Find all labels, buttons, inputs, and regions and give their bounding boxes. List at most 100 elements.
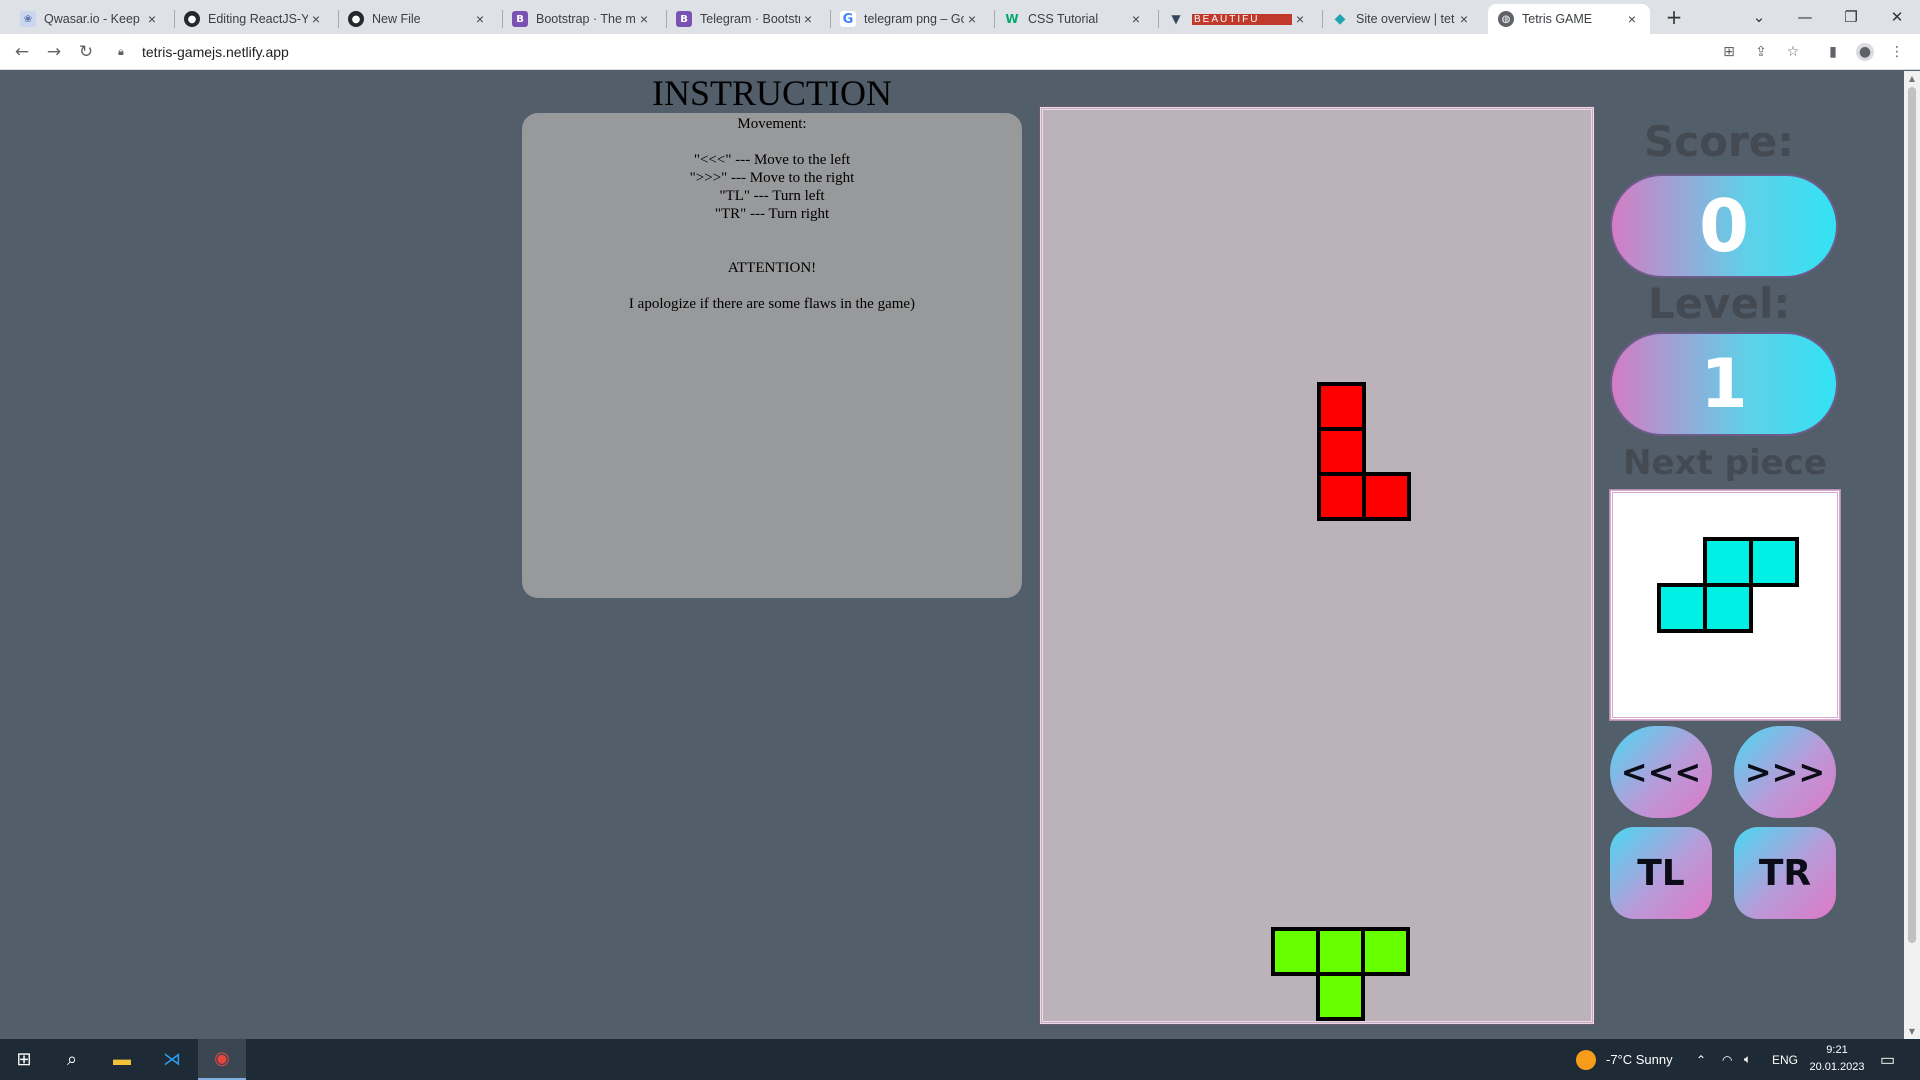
turn-right-button[interactable]: TR [1734, 827, 1836, 919]
minimize-button[interactable]: — [1782, 0, 1828, 34]
notifications-icon[interactable]: ▭ [1880, 1039, 1895, 1080]
game-board [1039, 106, 1595, 1025]
reload-icon[interactable]: ↻ [74, 40, 98, 64]
browser-tab[interactable]: G telegram png – Go × [830, 4, 990, 34]
search-icon[interactable]: ⌕ [48, 1039, 96, 1080]
next-piece-block [1657, 583, 1707, 633]
kebab-menu-icon[interactable]: ⋮ [1888, 43, 1906, 61]
instruction-title: INSTRUCTION [652, 73, 892, 113]
clock[interactable]: 9:21 20.01.2023 [1802, 1042, 1872, 1076]
file-explorer-icon[interactable]: ▬ [98, 1039, 146, 1080]
profile-avatar-icon[interactable]: ● [1856, 43, 1874, 61]
windows-start-icon[interactable]: ⊞ [0, 1039, 48, 1080]
speaker-icon[interactable]: 🔈︎ [1744, 1039, 1751, 1080]
weather-widget[interactable]: -7°C Sunny [1576, 1039, 1673, 1080]
close-icon[interactable]: × [1292, 11, 1308, 27]
new-tab-button[interactable]: + [1662, 6, 1686, 30]
tab-title: Telegram · Bootstra [700, 12, 800, 26]
github-icon: ● [348, 11, 364, 27]
share-icon[interactable]: ⇪ [1752, 43, 1770, 61]
scroll-down-arrow-icon[interactable]: ▼ [1907, 1027, 1917, 1036]
bootstrap-icon: B [512, 11, 528, 27]
move-left-button[interactable]: <<< [1610, 726, 1712, 818]
landed-piece-block [1361, 927, 1410, 976]
translate-icon[interactable]: ⊞ [1720, 43, 1738, 61]
apology-text: I apologize if there are some flaws in t… [628, 296, 916, 312]
tab-search-icon[interactable]: ⌄ [1736, 0, 1782, 34]
sun-icon [1576, 1049, 1596, 1070]
close-icon[interactable]: × [472, 11, 488, 27]
browser-tab[interactable]: ● New File × [338, 4, 498, 34]
qwasar-icon: ❀ [20, 11, 36, 27]
landed-piece-block [1271, 927, 1320, 976]
close-icon[interactable]: × [636, 11, 652, 27]
chrome-icon[interactable]: ◉ [198, 1039, 246, 1080]
game-board-canvas [1271, 382, 1411, 1021]
level-label: Level: [1647, 279, 1791, 328]
browser-tab[interactable]: B Bootstrap · The mo × [502, 4, 662, 34]
forward-arrow-icon[interactable]: → [42, 40, 66, 64]
browser-tab-active[interactable]: ◍ Tetris GAME × [1488, 4, 1650, 34]
address-bar[interactable]: 🔒︎ tetris-gamejs.netlify.app [108, 38, 1748, 66]
level-display: 1 [1610, 332, 1838, 436]
movement-heading: Movement: [737, 116, 807, 132]
weather-text: -7°C Sunny [1606, 1052, 1673, 1067]
browser-toolbar: ← → ↻ 🔒︎ tetris-gamejs.netlify.app ⊞ ⇪ ☆… [0, 34, 1920, 70]
github-icon: ● [184, 11, 200, 27]
page-scrollbar[interactable]: ▲ ▼ [1904, 71, 1920, 1039]
next-piece-preview [1609, 489, 1841, 721]
close-icon[interactable]: × [964, 11, 980, 27]
google-icon: G [840, 11, 856, 27]
attention-heading: ATTENTION! [727, 260, 817, 276]
instruction-line: ">>>" --- Move to the right [689, 170, 855, 186]
move-right-button[interactable]: >>> [1734, 726, 1836, 818]
clock-time: 9:21 [1826, 1044, 1848, 1056]
lock-icon[interactable]: 🔒︎ [118, 45, 136, 59]
bookmark-star-icon[interactable]: ☆ [1784, 43, 1802, 61]
instruction-line: "TL" --- Turn left [719, 188, 825, 204]
close-icon[interactable]: × [308, 11, 324, 27]
tab-title: CSS Tutorial [1028, 12, 1099, 26]
close-icon[interactable]: × [1624, 11, 1640, 27]
next-piece-block [1703, 537, 1753, 587]
browser-tab[interactable]: ▼ BEAUTIFU × [1158, 4, 1318, 34]
next-piece-label: Next piece [1623, 443, 1827, 483]
browser-tab[interactable]: ❀ Qwasar.io - Keep G × [10, 4, 170, 34]
w3schools-icon: W [1005, 12, 1019, 26]
tray-chevron-icon[interactable]: ⌃ [1696, 1039, 1706, 1080]
score-label: Score: [1644, 117, 1794, 166]
close-icon[interactable]: × [144, 11, 160, 27]
tab-title: BEAUTIFU [1192, 13, 1292, 25]
browser-tab[interactable]: ◆ Site overview | tet × [1322, 4, 1482, 34]
close-icon[interactable]: × [1128, 11, 1144, 27]
close-window-button[interactable]: ✕ [1874, 0, 1920, 34]
tab-title: Qwasar.io - Keep G [44, 12, 144, 26]
browser-tab[interactable]: W CSS Tutorial × [994, 4, 1154, 34]
page-viewport: INSTRUCTION Movement: "<<<" --- Move to … [0, 71, 1904, 1039]
close-icon[interactable]: × [800, 11, 816, 27]
falling-piece-block [1317, 427, 1366, 476]
vscode-icon[interactable]: ⋊ [148, 1039, 196, 1080]
close-icon[interactable]: × [1456, 11, 1472, 27]
clock-date: 20.01.2023 [1809, 1061, 1865, 1073]
side-panel-icon[interactable]: ▮ [1824, 43, 1842, 61]
wifi-icon[interactable]: ◠ [1722, 1039, 1732, 1080]
tab-title: Site overview | tet [1356, 12, 1455, 26]
scrollbar-thumb[interactable] [1908, 87, 1916, 943]
tab-title: Tetris GAME [1522, 12, 1593, 26]
landed-piece-block [1316, 927, 1365, 976]
scroll-up-arrow-icon[interactable]: ▲ [1907, 74, 1917, 83]
browser-tab[interactable]: ● Editing ReactJS-Yel × [174, 4, 334, 34]
back-arrow-icon[interactable]: ← [10, 40, 34, 64]
netlify-icon: ◆ [1334, 11, 1346, 27]
instruction-line: "<<<" --- Move to the left [693, 152, 851, 168]
language-indicator[interactable]: ENG [1772, 1039, 1798, 1080]
landed-piece-block [1316, 972, 1365, 1021]
next-piece-block [1703, 583, 1753, 633]
browser-tab[interactable]: B Telegram · Bootstra × [666, 4, 826, 34]
globe-icon: ◍ [1498, 11, 1514, 27]
falling-piece-block [1317, 382, 1366, 431]
turn-left-button[interactable]: TL [1610, 827, 1712, 919]
restore-button[interactable]: ❐ [1828, 0, 1874, 34]
vue-icon: ▼ [1171, 12, 1181, 26]
